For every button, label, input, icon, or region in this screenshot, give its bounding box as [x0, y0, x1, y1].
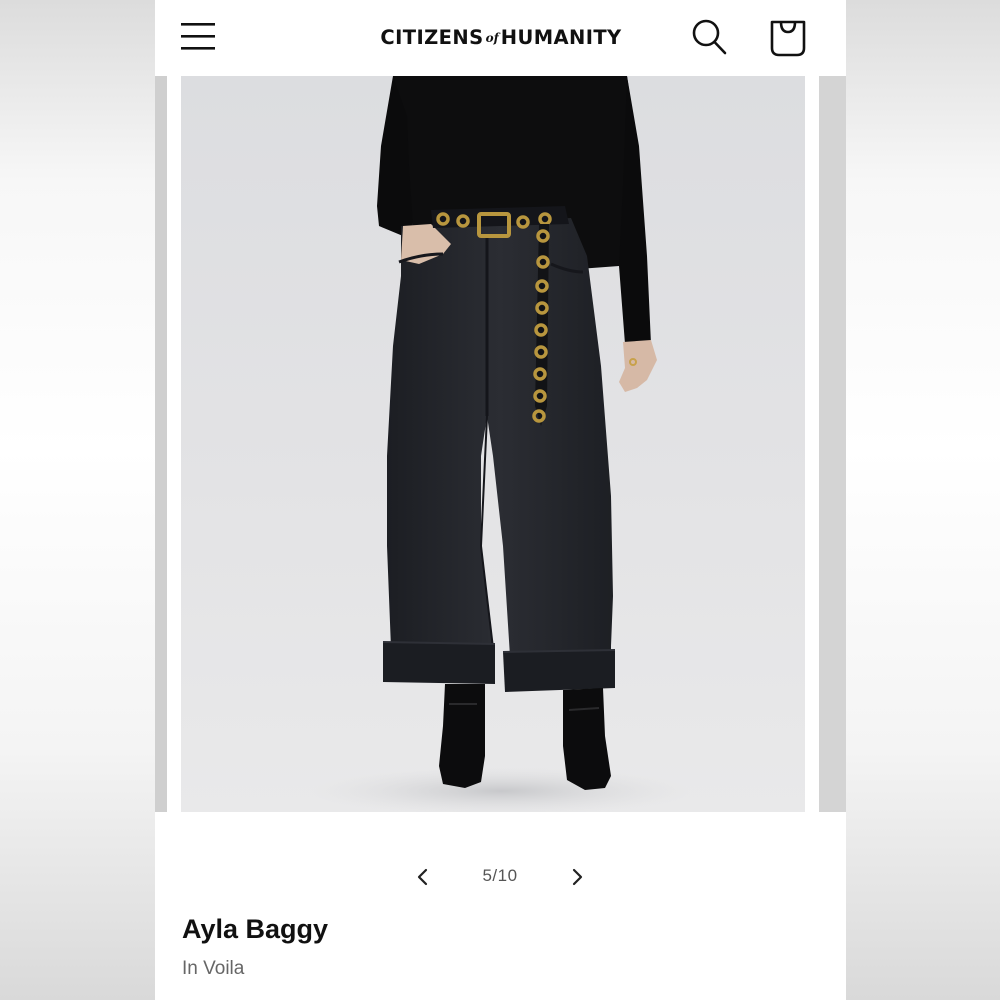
brand-name-part: HUMANITY [500, 25, 622, 49]
next-image-button[interactable] [566, 862, 588, 892]
previous-slide-peek[interactable] [155, 76, 167, 812]
background-right [846, 0, 1000, 1000]
background-left [0, 0, 155, 1000]
image-counter: 5/10 [482, 866, 518, 885]
mobile-screen: CITIZENS of HUMANITY 5/10 Ayla Baggy In … [155, 0, 846, 1000]
brand-name-connector: of [485, 31, 499, 45]
brand-name-part: CITIZENS [380, 25, 484, 49]
next-slide-peek[interactable] [819, 76, 846, 812]
product-color-name: In Voila [182, 958, 245, 979]
search-button[interactable] [692, 18, 728, 56]
brand-logo[interactable]: CITIZENS of HUMANITY [369, 22, 633, 52]
product-photo [311, 76, 691, 812]
site-header: CITIZENS of HUMANITY [155, 0, 846, 76]
chevron-left-icon [417, 868, 428, 886]
menu-button[interactable] [181, 20, 217, 54]
product-image[interactable] [181, 76, 805, 812]
previous-image-button[interactable] [412, 862, 434, 892]
chevron-right-icon [572, 868, 583, 886]
cart-button[interactable] [768, 16, 808, 58]
hamburger-menu-icon [181, 23, 215, 50]
carousel-pager: 5/10 [155, 860, 846, 894]
search-icon [692, 19, 727, 55]
product-title: Ayla Baggy [182, 914, 329, 944]
shopping-bag-icon [770, 20, 806, 57]
